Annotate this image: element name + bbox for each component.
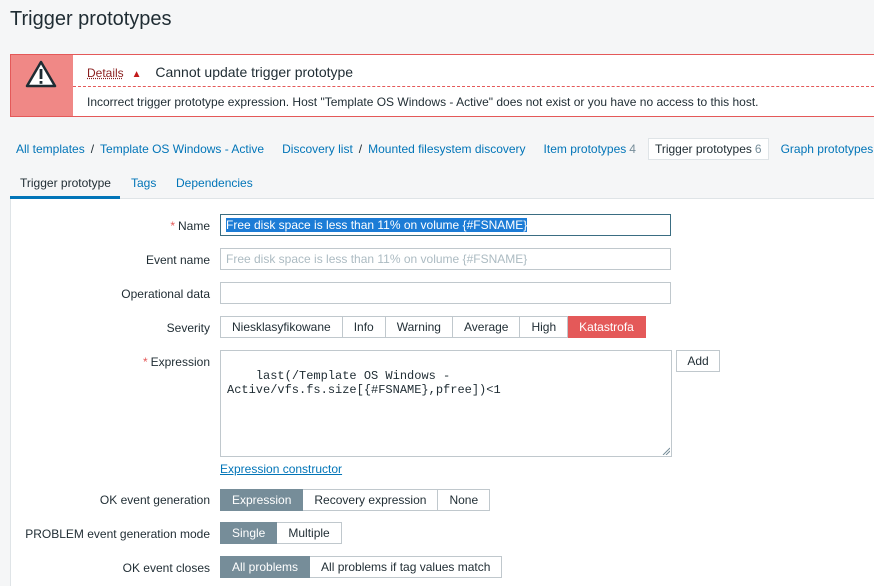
error-message-box: Details ▲ Cannot update trigger prototyp… bbox=[10, 54, 874, 117]
ok-event-closes-all[interactable]: All problems bbox=[220, 556, 311, 578]
operational-data-label: Operational data bbox=[121, 287, 210, 301]
breadcrumb-item-prototypes[interactable]: Item prototypes 4 bbox=[544, 142, 636, 156]
severity-warning[interactable]: Warning bbox=[385, 316, 453, 338]
form-tabs: Trigger prototype Tags Dependencies bbox=[10, 168, 874, 199]
resize-handle-icon[interactable] bbox=[662, 447, 670, 455]
details-toggle[interactable]: Details bbox=[87, 66, 124, 80]
breadcrumb-discovery-rule[interactable]: Mounted filesystem discovery bbox=[368, 142, 525, 156]
error-message-header: Details ▲ Cannot update trigger prototyp… bbox=[87, 64, 353, 80]
breadcrumb-separator: / bbox=[358, 142, 363, 156]
warning-icon bbox=[25, 60, 57, 91]
ok-event-generation-label: OK event generation bbox=[99, 493, 210, 507]
problem-mode-single[interactable]: Single bbox=[220, 522, 278, 544]
breadcrumb-trigger-prototypes[interactable]: Trigger prototypes 6 bbox=[647, 138, 769, 160]
page-title: Trigger prototypes bbox=[10, 8, 172, 30]
tab-tags[interactable]: Tags bbox=[131, 176, 156, 190]
severity-high[interactable]: High bbox=[520, 316, 569, 338]
trigger-prototypes-label: Trigger prototypes bbox=[654, 142, 752, 156]
name-label: * Name bbox=[170, 219, 210, 233]
severity-label: Severity bbox=[166, 321, 210, 335]
expression-textarea[interactable]: last(/Template OS Windows - Active/vfs.f… bbox=[220, 350, 672, 457]
severity-disaster[interactable]: Katastrofa bbox=[568, 316, 646, 338]
error-detail: Incorrect trigger prototype expression. … bbox=[87, 95, 759, 109]
ok-event-generation-none[interactable]: None bbox=[438, 489, 491, 511]
add-expression-button[interactable]: Add bbox=[676, 350, 720, 372]
name-input-value: Free disk space is less than 11% on volu… bbox=[226, 218, 528, 232]
trigger-prototype-form: * Name Free disk space is less than 11% o… bbox=[10, 199, 874, 586]
ok-event-closes-selector: All problems All problems if tag values … bbox=[220, 556, 503, 578]
breadcrumb-all-templates[interactable]: All templates bbox=[16, 142, 85, 156]
problem-mode-label: PROBLEM event generation mode bbox=[25, 527, 210, 541]
problem-mode-multiple[interactable]: Multiple bbox=[277, 522, 342, 544]
ok-event-generation-recovery[interactable]: Recovery expression bbox=[303, 489, 439, 511]
expression-label: * Expression bbox=[143, 355, 210, 369]
severity-average[interactable]: Average bbox=[452, 316, 521, 338]
ok-event-generation-selector: Expression Recovery expression None bbox=[220, 489, 491, 511]
divider bbox=[73, 86, 874, 87]
caret-up-icon[interactable]: ▲ bbox=[132, 69, 142, 80]
expression-label-text: Expression bbox=[150, 355, 210, 369]
error-message-icon-area bbox=[11, 55, 73, 116]
severity-not-classified[interactable]: Niesklasyfikowane bbox=[220, 316, 343, 338]
ok-event-generation-expression[interactable]: Expression bbox=[220, 489, 304, 511]
tab-dependencies[interactable]: Dependencies bbox=[176, 176, 253, 190]
tab-trigger-prototype[interactable]: Trigger prototype bbox=[20, 176, 111, 190]
problem-mode-selector: Single Multiple bbox=[220, 522, 342, 544]
error-title: Cannot update trigger prototype bbox=[155, 64, 354, 80]
operational-data-input[interactable] bbox=[220, 282, 671, 304]
required-marker: * bbox=[142, 355, 148, 369]
ok-event-closes-tag-match[interactable]: All problems if tag values match bbox=[310, 556, 503, 578]
ok-event-closes-label: OK event closes bbox=[122, 561, 210, 575]
item-prototypes-count: 4 bbox=[629, 142, 636, 156]
event-name-input[interactable]: Free disk space is less than 11% on volu… bbox=[220, 248, 671, 270]
expression-constructor-link[interactable]: Expression constructor bbox=[220, 462, 342, 476]
breadcrumb-template[interactable]: Template OS Windows - Active bbox=[100, 142, 264, 156]
breadcrumb-discovery-list[interactable]: Discovery list bbox=[282, 142, 353, 156]
trigger-prototypes-count: 6 bbox=[754, 142, 762, 156]
event-name-label: Event name bbox=[145, 253, 210, 267]
severity-selector: Niesklasyfikowane Info Warning Average H… bbox=[220, 316, 646, 338]
breadcrumb: All templates / Template OS Windows - Ac… bbox=[10, 136, 874, 162]
breadcrumb-graph-prototypes[interactable]: Graph prototypes bbox=[781, 142, 874, 156]
required-marker: * bbox=[170, 219, 175, 233]
breadcrumb-separator: / bbox=[90, 142, 95, 156]
event-name-placeholder: Free disk space is less than 11% on volu… bbox=[226, 252, 528, 266]
name-input[interactable]: Free disk space is less than 11% on volu… bbox=[220, 214, 671, 236]
expression-value: last(/Template OS Windows - Active/vfs.f… bbox=[227, 369, 501, 397]
severity-info[interactable]: Info bbox=[342, 316, 386, 338]
item-prototypes-label: Item prototypes bbox=[543, 142, 627, 156]
name-label-text: Name bbox=[177, 219, 210, 233]
